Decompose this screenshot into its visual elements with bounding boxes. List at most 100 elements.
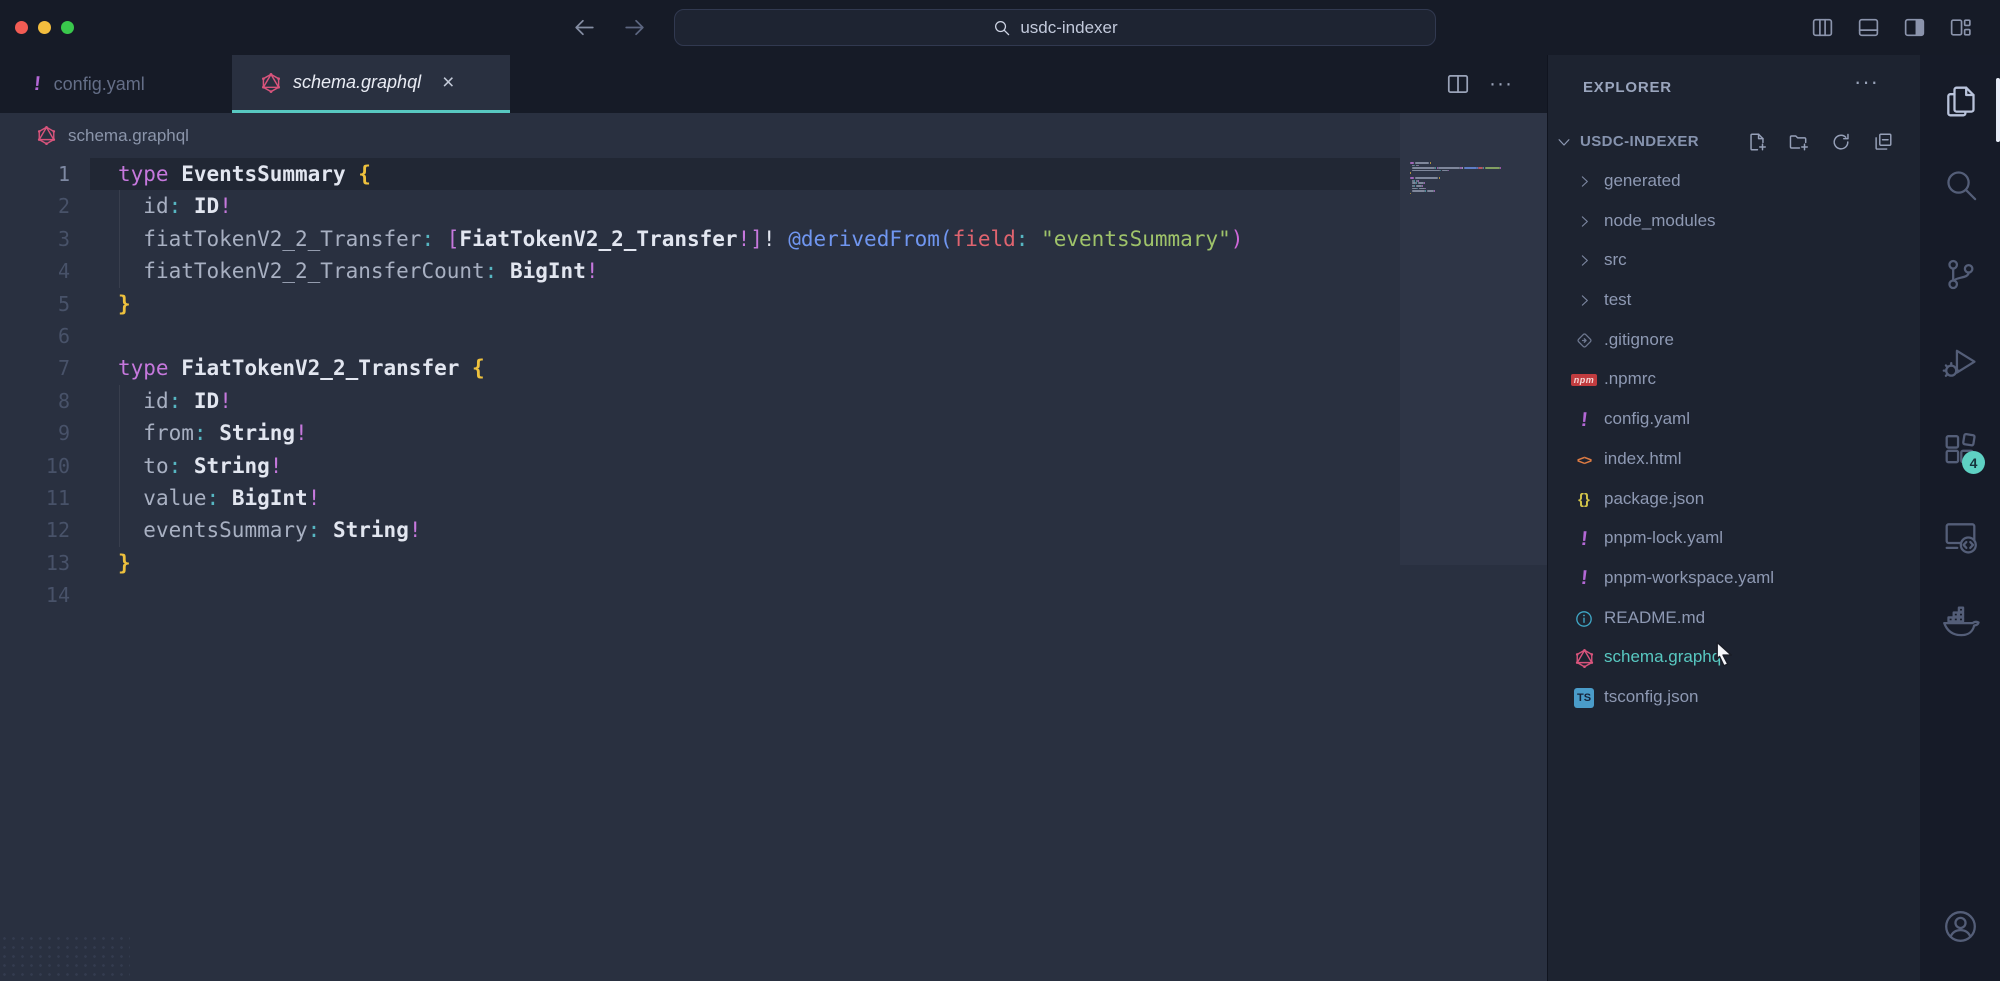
line-number: 5 (0, 288, 70, 320)
project-root-row[interactable]: USDC-INDEXER (1548, 122, 1921, 162)
editor-region: !config.yamlschema.graphql× ··· schema.g… (0, 55, 1547, 981)
file-row-.gitignore[interactable]: .gitignore (1548, 321, 1921, 361)
code-line[interactable]: 9 from: String! (0, 417, 1547, 449)
new-folder-icon[interactable] (1788, 131, 1810, 153)
html-file-icon: <> (1572, 448, 1596, 472)
folder-row-generated[interactable]: generated (1548, 162, 1921, 202)
command-search-bar[interactable]: usdc-indexer (674, 9, 1436, 46)
code-line[interactable]: 6 (0, 320, 1547, 352)
code-line[interactable]: 10 to: String! (0, 450, 1547, 482)
code-line[interactable]: 7type FiatTokenV2_2_Transfer { (0, 352, 1547, 384)
activity-item-run-and-debug[interactable] (1938, 340, 1982, 384)
activity-item-accounts[interactable] (1938, 904, 1982, 948)
git-diamond-icon (1575, 331, 1594, 350)
search-icon (992, 18, 1011, 37)
layout-sidebar-icon[interactable] (1902, 15, 1927, 40)
explorer-sidebar: EXPLORER ··· USDC-INDEXER generatednode_… (1547, 55, 1920, 981)
minimap-line (1410, 167, 1501, 169)
minimap-line (1410, 188, 1426, 190)
file-label: tsconfig.json (1604, 687, 1699, 707)
layout-panel-icon[interactable] (1856, 15, 1881, 40)
code-line[interactable]: 2 id: ID! (0, 190, 1547, 222)
graphql-icon (1574, 648, 1595, 669)
editor-more-actions-button[interactable]: ··· (1489, 71, 1515, 97)
line-number: 7 (0, 352, 70, 384)
code-line[interactable]: 12 eventsSummary: String! (0, 514, 1547, 546)
code-editor[interactable]: 1type EventsSummary {2 id: ID!3 fiatToke… (0, 158, 1547, 611)
code-line[interactable]: 1type EventsSummary { (0, 158, 1547, 190)
minimap-line (1410, 162, 1431, 164)
file-row-pnpm-workspace.yaml[interactable]: !pnpm-workspace.yaml (1548, 559, 1921, 599)
code-text: value: BigInt! (118, 482, 320, 514)
tab-bar: !config.yamlschema.graphql× ··· (0, 55, 1547, 113)
code-line[interactable]: 14 (0, 579, 1547, 611)
minimap[interactable] (1400, 113, 1547, 565)
activity-item-explorer[interactable] (1938, 79, 1982, 123)
file-row-README.md[interactable]: README.md (1548, 599, 1921, 639)
collapse-all-icon[interactable] (1872, 131, 1894, 153)
zoom-window-button[interactable] (61, 21, 74, 34)
code-line[interactable]: 3 fiatTokenV2_2_Transfer: [FiatTokenV2_2… (0, 223, 1547, 255)
breadcrumb[interactable]: schema.graphql (0, 113, 1547, 158)
file-row-pnpm-lock.yaml[interactable]: !pnpm-lock.yaml (1548, 519, 1921, 559)
yaml-warning-icon: ! (33, 73, 42, 96)
code-line[interactable]: 13} (0, 547, 1547, 579)
activity-item-docker[interactable] (1938, 599, 1982, 643)
code-line[interactable]: 11 value: BigInt! (0, 482, 1547, 514)
new-file-icon[interactable] (1746, 131, 1768, 153)
tabs: !config.yamlschema.graphql× (0, 55, 1547, 113)
code-line[interactable]: 5} (0, 288, 1547, 320)
ts-glyph-icon: TS (1574, 688, 1594, 708)
project-root-label: USDC-INDEXER (1580, 133, 1699, 150)
tab-config.yaml[interactable]: !config.yaml (0, 55, 232, 113)
search-input[interactable]: usdc-indexer (1020, 18, 1117, 38)
code-text: eventsSummary: String! (118, 514, 422, 546)
file-row-index.html[interactable]: <>index.html (1548, 440, 1921, 480)
minimize-window-button[interactable] (38, 21, 51, 34)
vscode-window: usdc-indexer !config.yamlschema.graphql×… (0, 0, 2000, 981)
line-number: 4 (0, 255, 70, 287)
file-tree: generatednode_modulessrctest.gitignorenp… (1548, 162, 1921, 718)
html-glyph-icon: <> (1577, 452, 1591, 468)
code-text: id: ID! (118, 190, 232, 222)
git-file-icon (1572, 329, 1596, 353)
close-tab-icon[interactable]: × (442, 72, 454, 93)
activity-item-search[interactable] (1938, 162, 1982, 206)
activity-item-extensions[interactable]: 4 (1938, 427, 1982, 471)
file-label: config.yaml (1604, 409, 1690, 429)
tab-schema.graphql[interactable]: schema.graphql× (232, 55, 510, 113)
nav-forward-icon[interactable] (622, 15, 647, 40)
folder-row-test[interactable]: test (1548, 281, 1921, 321)
activity-item-source-control[interactable] (1938, 252, 1982, 296)
code-line[interactable]: 8 id: ID! (0, 385, 1547, 417)
indent-guide (119, 385, 120, 547)
refresh-icon[interactable] (1830, 131, 1852, 153)
file-row-tsconfig.json[interactable]: TS tsconfig.json (1548, 678, 1921, 718)
file-row-package.json[interactable]: {}package.json (1548, 480, 1921, 520)
file-row-config.yaml[interactable]: !config.yaml (1548, 400, 1921, 440)
layout-columns-icon[interactable] (1810, 15, 1835, 40)
split-editor-button[interactable] (1445, 71, 1471, 97)
chevron-right-icon (1576, 252, 1593, 269)
ts-file-icon: TS (1572, 686, 1596, 710)
code-text: fiatTokenV2_2_Transfer: [FiatTokenV2_2_T… (118, 223, 1243, 255)
chevron-down-icon (1555, 133, 1573, 151)
folder-row-src[interactable]: src (1548, 241, 1921, 281)
nav-back-icon[interactable] (572, 15, 597, 40)
graphql-file-icon (1572, 646, 1596, 670)
folder-row-node_modules[interactable]: node_modules (1548, 202, 1921, 242)
close-window-button[interactable] (15, 21, 28, 34)
explorer-more-actions-button[interactable]: ··· (1854, 69, 1879, 95)
line-number: 9 (0, 417, 70, 449)
file-label: pnpm-workspace.yaml (1604, 568, 1774, 588)
code-text: id: ID! (118, 385, 232, 417)
files-icon (1941, 82, 1980, 121)
activity-item-remote-explorer[interactable] (1938, 514, 1982, 558)
minimap-line (1410, 193, 1411, 195)
code-line[interactable]: 4 fiatTokenV2_2_TransferCount: BigInt! (0, 255, 1547, 287)
graphql-icon (36, 125, 57, 146)
layout-custom-icon[interactable] (1948, 15, 1973, 40)
extensions-badge: 4 (1962, 451, 1985, 474)
line-number: 3 (0, 223, 70, 255)
file-row-.npmrc[interactable]: npm.npmrc (1548, 360, 1921, 400)
